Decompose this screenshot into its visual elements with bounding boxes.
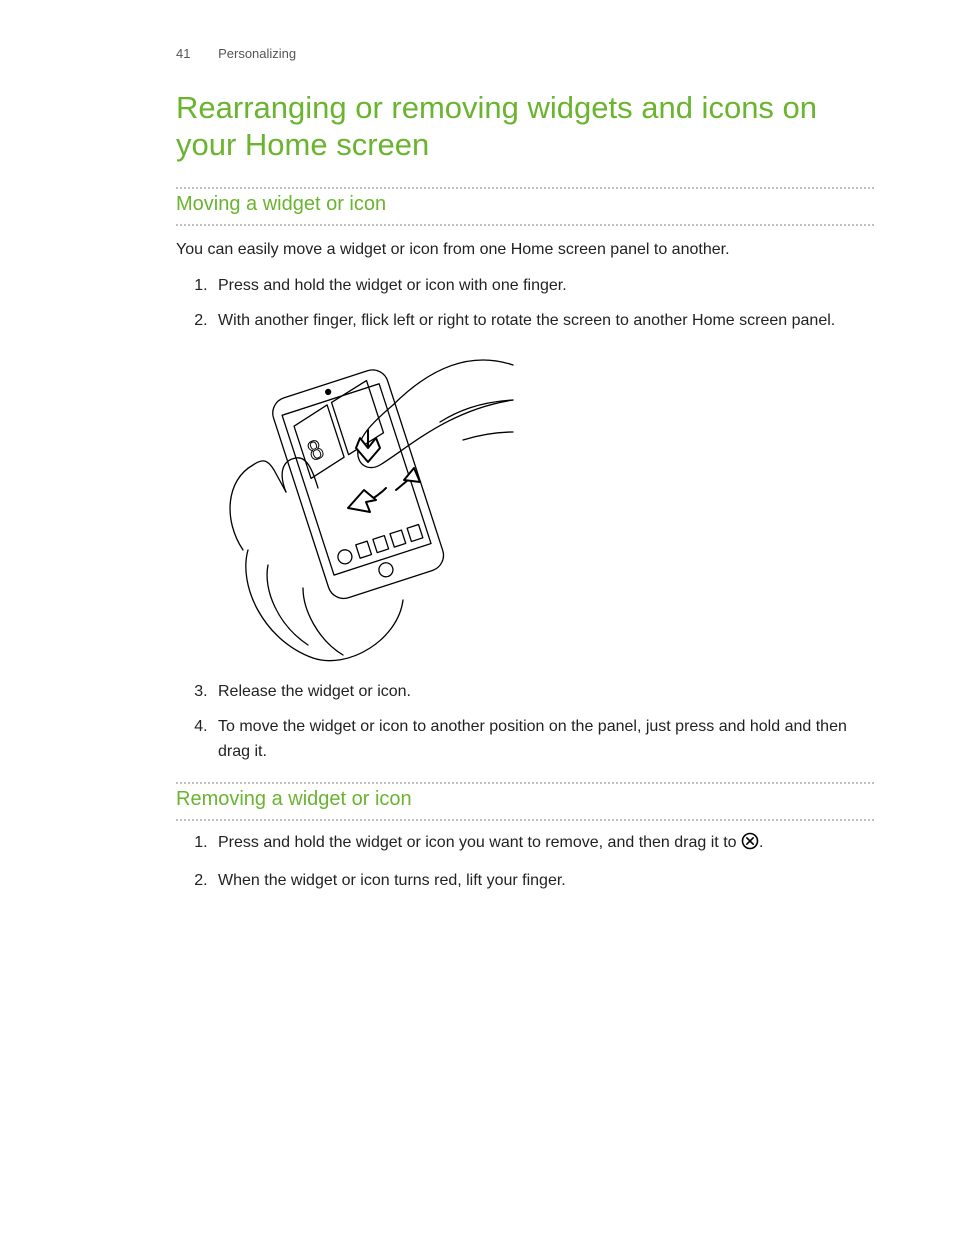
step-text-post: .: [759, 834, 763, 851]
step-item: Press and hold the widget or icon with o…: [212, 274, 874, 299]
divider: [176, 782, 874, 784]
running-header: 41 Personalizing: [176, 46, 874, 61]
step-text: With another finger, flick left or right…: [218, 312, 835, 329]
phone-gesture-illustration-icon: 8: [208, 340, 518, 670]
step-text-pre: Press and hold the widget or icon you wa…: [218, 834, 741, 851]
document-page: 41 Personalizing Rearranging or removing…: [0, 0, 954, 1235]
step-text: When the widget or icon turns red, lift …: [218, 872, 566, 889]
intro-text: You can easily move a widget or icon fro…: [176, 238, 874, 262]
step-text: Release the widget or icon.: [218, 683, 411, 700]
divider: [176, 187, 874, 189]
step-item: Press and hold the widget or icon you wa…: [212, 831, 874, 859]
step-item: With another finger, flick left or right…: [212, 309, 874, 670]
step-item: When the widget or icon turns red, lift …: [212, 869, 874, 894]
step-item: To move the widget or icon to another po…: [212, 715, 874, 765]
page-title: Rearranging or removing widgets and icon…: [176, 89, 874, 163]
step-text: To move the widget or icon to another po…: [218, 718, 847, 760]
divider: [176, 224, 874, 226]
subheading-removing: Removing a widget or icon: [176, 788, 874, 811]
remove-circle-x-icon: [741, 832, 759, 859]
step-text: Press and hold the widget or icon with o…: [218, 277, 567, 294]
steps-moving: Press and hold the widget or icon with o…: [176, 274, 874, 764]
divider: [176, 819, 874, 821]
step-item: Release the widget or icon.: [212, 680, 874, 705]
illustration-phone-hands: 8: [208, 340, 874, 670]
steps-removing: Press and hold the widget or icon you wa…: [176, 831, 874, 894]
subheading-moving: Moving a widget or icon: [176, 193, 874, 216]
section-label: Personalizing: [218, 46, 296, 61]
page-number: 41: [176, 46, 190, 61]
